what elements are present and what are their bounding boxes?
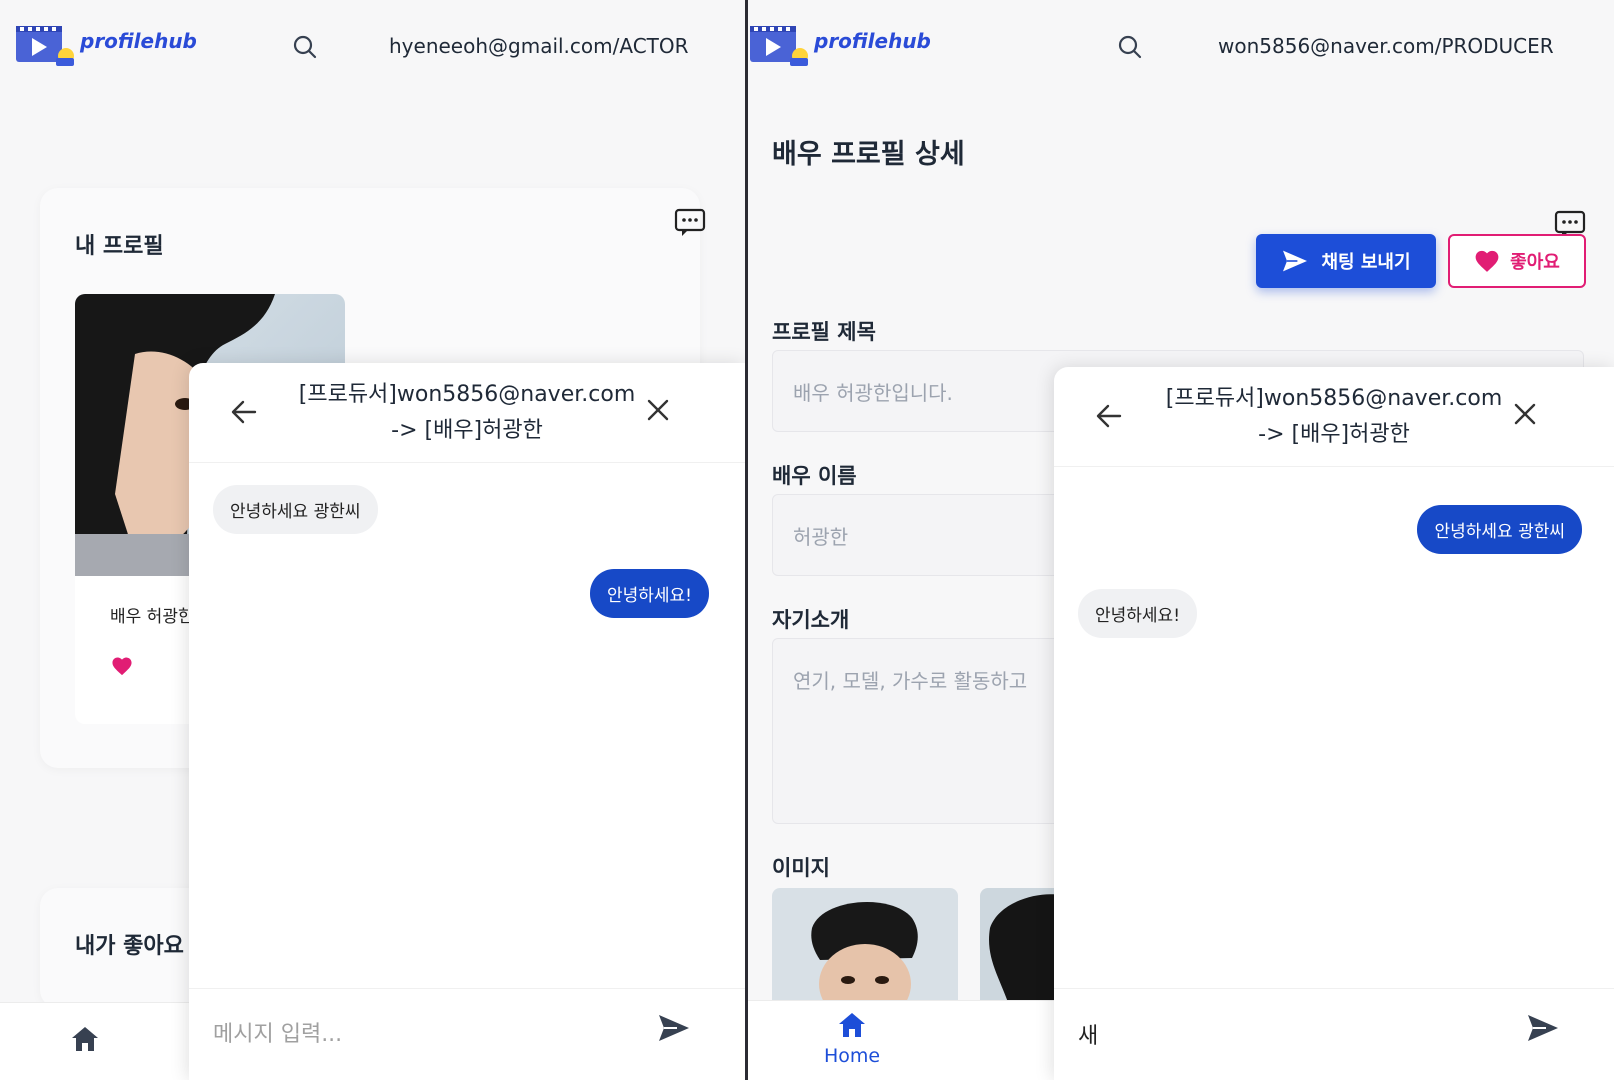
like-label: 좋아요 (1510, 252, 1560, 273)
back-arrow-icon[interactable] (1094, 401, 1124, 435)
chat-title-line2: -> [배우]허광한 (391, 418, 543, 443)
account-label[interactable]: won5856@naver.com/PRODUCER (1218, 34, 1554, 58)
chat-panel: [프로듀서]won5856@naver.com -> [배우]허광한 안녕하세요… (1054, 367, 1614, 1080)
chat-input-row (1054, 988, 1614, 1080)
actor-window: profilehub hyeneeoh@gmail.com/ACTOR 내 프로… (0, 0, 745, 1080)
chat-header: [프로듀서]won5856@naver.com -> [배우]허광한 (1054, 367, 1614, 467)
intro-label: 자기소개 (772, 608, 850, 632)
profile-name: 배우 허광한 (110, 607, 194, 627)
message-bubble-outgoing: 안녕하세요! (589, 569, 709, 618)
page-title: 배우 프로필 상세 (772, 139, 965, 170)
home-icon (839, 1013, 865, 1037)
message-bubble-incoming: 안녕하세요! (1078, 589, 1198, 638)
message-input[interactable] (213, 1007, 613, 1061)
home-icon[interactable] (70, 1025, 100, 1057)
close-icon[interactable] (645, 397, 671, 427)
logo-icon (750, 20, 812, 68)
search-icon[interactable] (1117, 34, 1143, 64)
like-button[interactable]: 좋아요 (1448, 234, 1586, 288)
chat-header: [프로듀서]won5856@naver.com -> [배우]허광한 (189, 363, 745, 463)
profile-image-1[interactable] (772, 888, 958, 1008)
logo[interactable]: profilehub (750, 20, 931, 68)
chat-panel: [프로듀서]won5856@naver.com -> [배우]허광한 안녕하세요… (189, 363, 745, 1080)
heart-icon (1475, 250, 1499, 272)
producer-window: profilehub won5856@naver.com/PRODUCER 배우… (748, 0, 1614, 1080)
search-icon[interactable] (292, 34, 318, 64)
message-bubble-outgoing: 안녕하세요 광한씨 (1417, 505, 1582, 554)
heart-icon[interactable] (111, 656, 133, 680)
chat-input-row (189, 988, 745, 1080)
back-arrow-icon[interactable] (229, 397, 259, 431)
chat-title-line1: [프로듀서]won5856@naver.com (298, 382, 636, 407)
liked-title: 내가 좋아요 (75, 934, 184, 959)
nav-home[interactable]: Home (812, 1011, 892, 1067)
images-label: 이미지 (772, 856, 830, 880)
chat-title-line1: [프로듀서]won5856@naver.com (1165, 386, 1503, 411)
send-icon (1283, 250, 1308, 272)
header: profilehub hyeneeoh@gmail.com/ACTOR (0, 0, 745, 96)
send-chat-button[interactable]: 채팅 보내기 (1256, 234, 1436, 288)
brand-name: profilehub (814, 29, 931, 53)
chat-bubble-icon[interactable] (674, 208, 706, 242)
chat-title: [프로듀서]won5856@naver.com -> [배우]허광한 (1124, 381, 1544, 453)
profile-title-label: 프로필 제목 (772, 320, 876, 344)
send-icon[interactable] (657, 1013, 691, 1047)
close-icon[interactable] (1512, 401, 1538, 431)
message-input[interactable] (1078, 1007, 1478, 1061)
send-icon[interactable] (1526, 1013, 1560, 1047)
send-chat-label: 채팅 보내기 (1321, 252, 1411, 273)
chat-title: [프로듀서]won5856@naver.com -> [배우]허광한 (259, 377, 675, 449)
actor-name-label: 배우 이름 (772, 464, 857, 488)
brand-name: profilehub (80, 29, 197, 53)
message-bubble-incoming: 안녕하세요 광한씨 (213, 485, 378, 534)
header: profilehub won5856@naver.com/PRODUCER (748, 0, 1614, 96)
logo[interactable]: profilehub (16, 20, 197, 68)
nav-home-label: Home (823, 1045, 881, 1067)
account-label[interactable]: hyeneeoh@gmail.com/ACTOR (389, 34, 689, 58)
logo-icon (16, 20, 78, 68)
my-profile-title: 내 프로필 (75, 234, 164, 259)
chat-title-line2: -> [배우]허광한 (1258, 422, 1410, 447)
